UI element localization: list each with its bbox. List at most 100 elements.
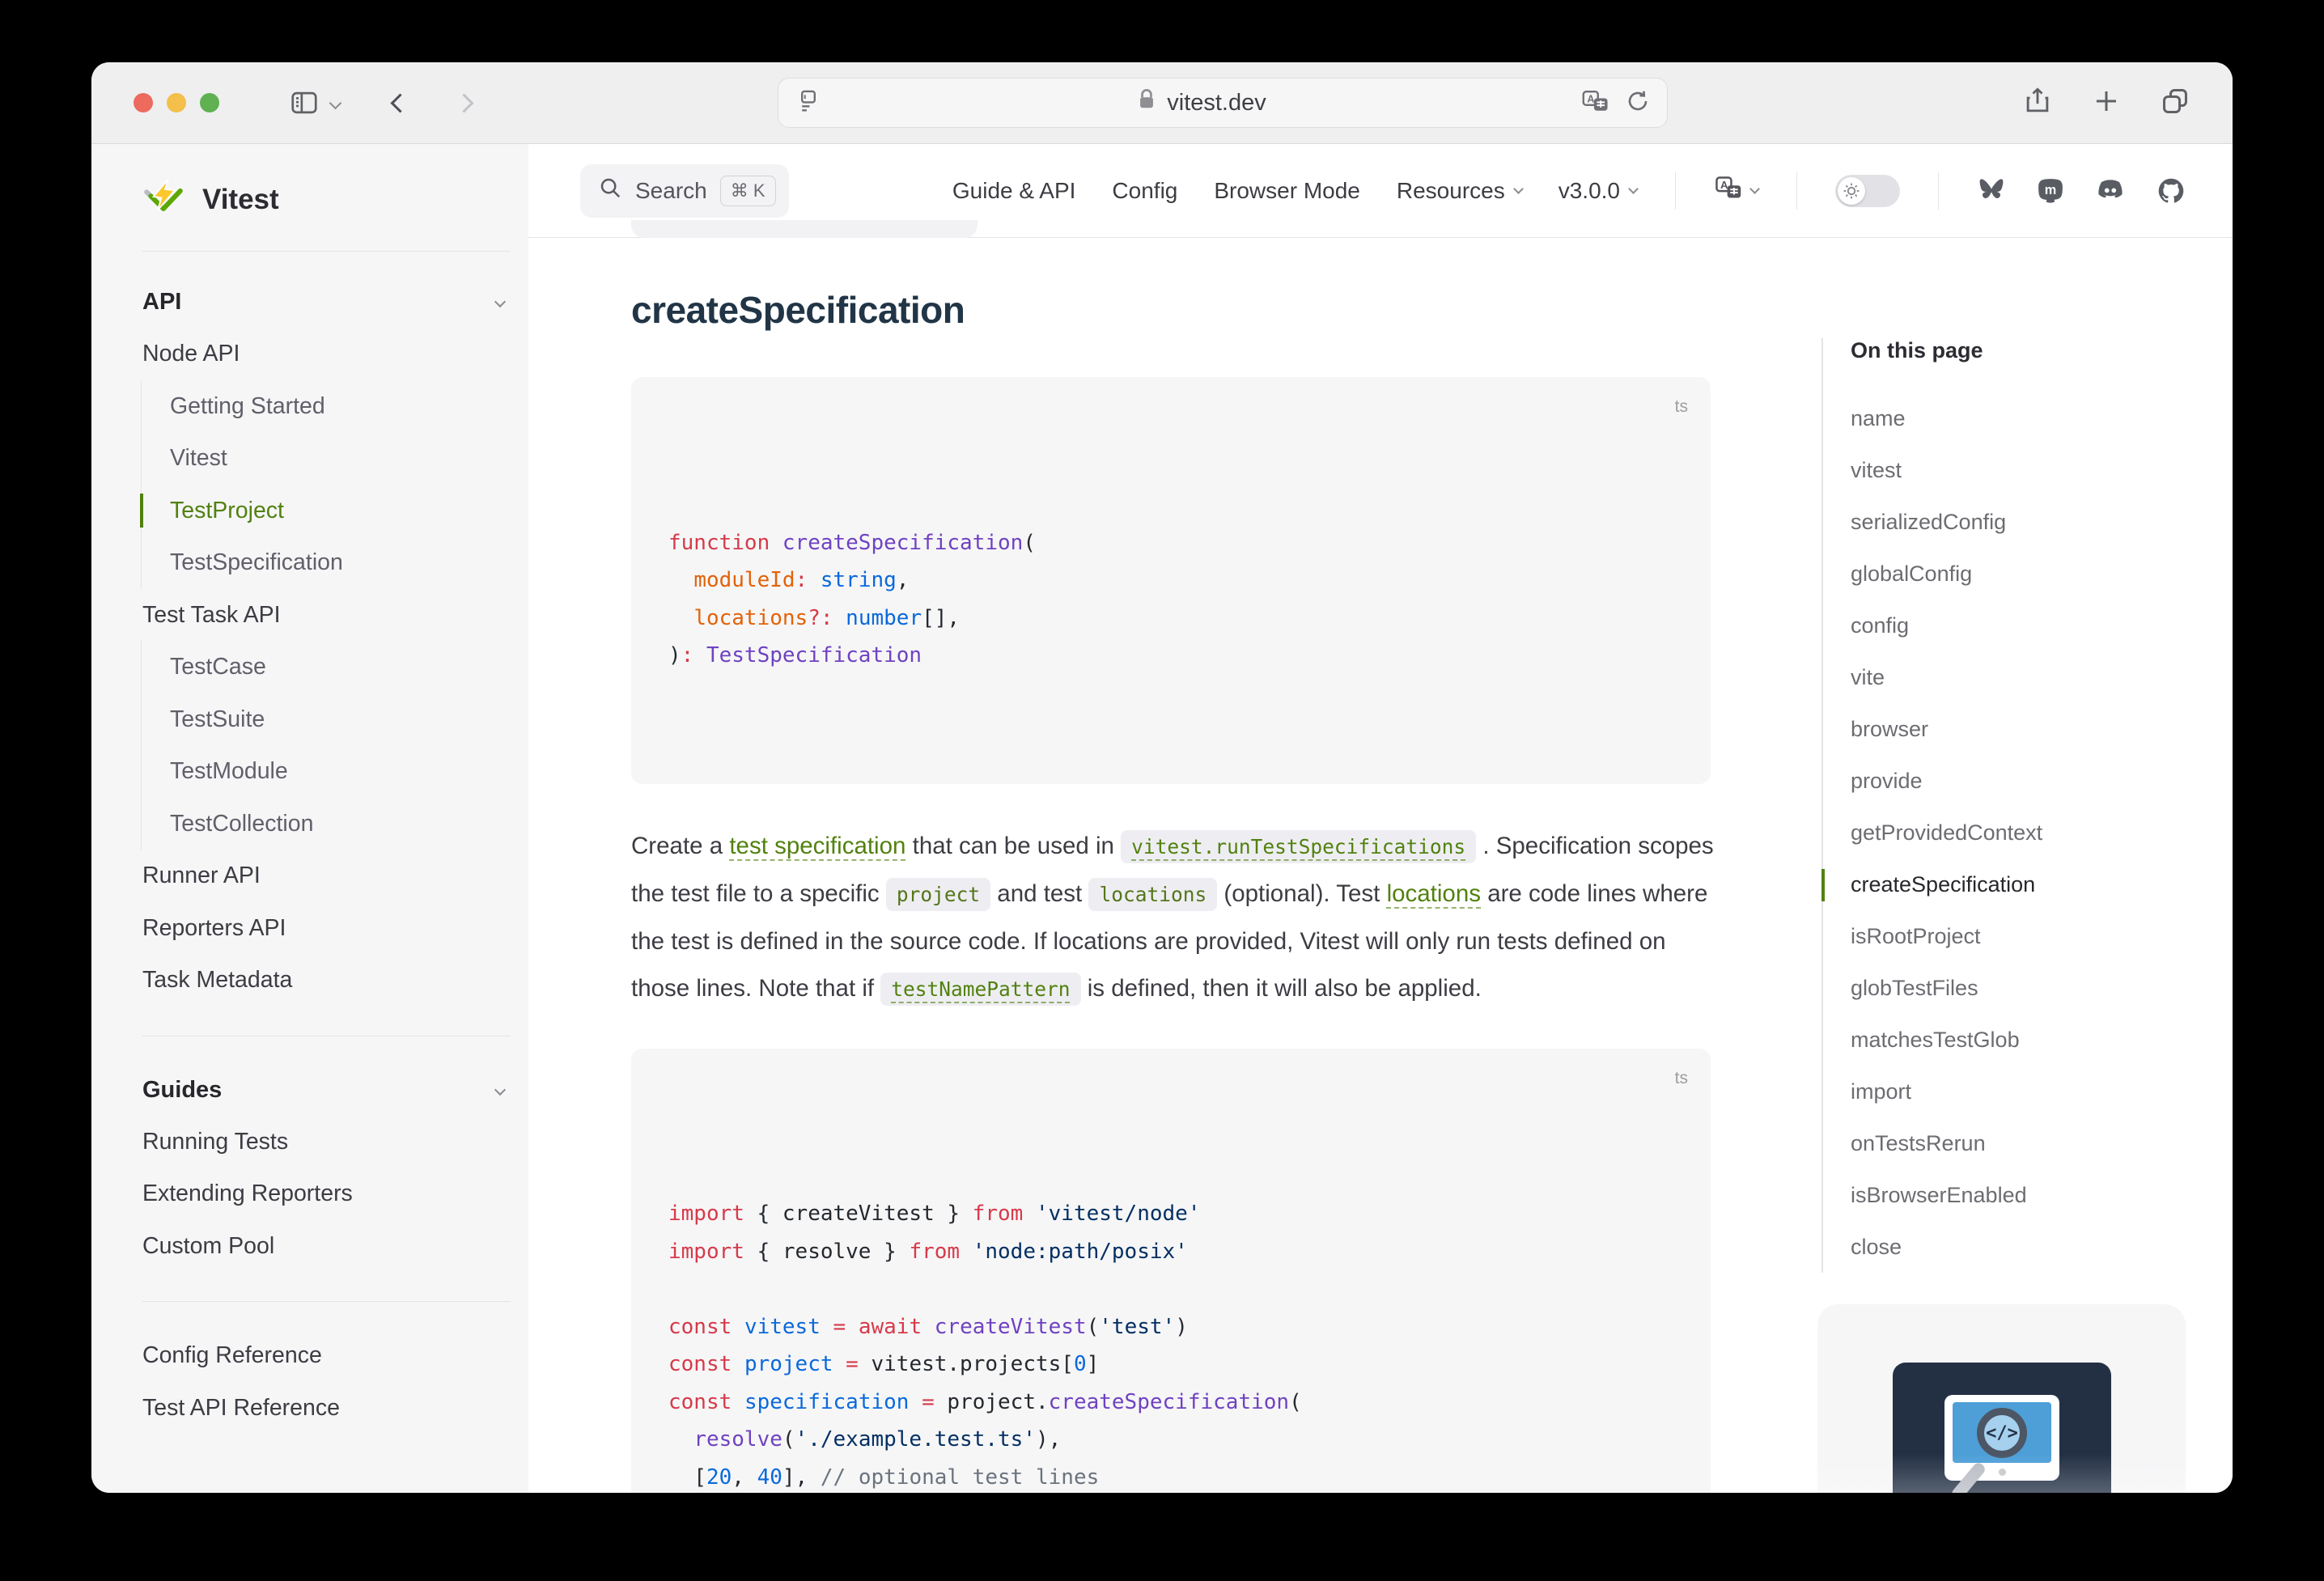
code-body: import { createVitest } from 'vitest/nod… (668, 1195, 1673, 1493)
browser-chrome: vitest.dev A (91, 62, 2233, 144)
sidebar-item-test-api-reference[interactable]: Test API Reference (142, 1382, 511, 1435)
sidebar-item-testproject[interactable]: TestProject (170, 485, 511, 537)
inline-code: locations (1088, 878, 1217, 911)
sidebar-item-config-reference[interactable]: Config Reference (142, 1329, 511, 1382)
sidebar-toggle-icon[interactable] (289, 87, 320, 118)
sidebar-group-guides[interactable]: Guides (142, 1064, 511, 1116)
discord-icon[interactable] (2095, 177, 2126, 205)
nav-link-v3-0-0[interactable]: v3.0.0 (1559, 178, 1637, 204)
nav-link-browser-mode[interactable]: Browser Mode (1214, 178, 1360, 204)
toc-item-name[interactable]: name (1851, 392, 2174, 444)
toc-item-close[interactable]: close (1851, 1221, 2174, 1273)
sidebar-item-vitest[interactable]: Vitest (170, 432, 511, 485)
reader-icon[interactable] (795, 87, 822, 119)
sidebar-item-testspecification[interactable]: TestSpecification (170, 536, 511, 589)
code-line: function createSpecification( (668, 524, 1673, 562)
language-icon: A (1714, 174, 1743, 207)
navbar-right: Guide & API Config Browser Mode Resources v3… (952, 172, 2186, 210)
share-icon[interactable] (2022, 86, 2053, 121)
sidebar-item-getting-started[interactable]: Getting Started (170, 380, 511, 433)
doc-content: createSpecification ts function createSp… (528, 238, 1711, 1493)
chevron-down-icon (1513, 184, 1524, 194)
inline-link[interactable]: locations (1387, 880, 1481, 907)
forward-icon[interactable] (457, 96, 471, 110)
toc-item-globalconfig[interactable]: globalConfig (1851, 548, 2174, 600)
inline-link[interactable]: testNamePattern (880, 973, 1080, 1006)
sidebar-item-reporters-api[interactable]: Reporters API (142, 902, 511, 955)
sidebar-item-custom-pool[interactable]: Custom Pool (142, 1220, 511, 1273)
toc-item-isbrowserenabled[interactable]: isBrowserEnabled (1851, 1169, 2174, 1221)
sidebar-item-testcollection[interactable]: TestCollection (170, 798, 511, 850)
search-icon (598, 176, 622, 206)
language-menu[interactable]: A (1714, 174, 1758, 207)
text-segment: Create a (631, 833, 729, 859)
toc-item-config[interactable]: config (1851, 600, 2174, 651)
sidebar-item-test-task-api[interactable]: Test Task API (142, 589, 511, 642)
chevron-down-icon (494, 296, 506, 307)
code-line: [20, 40], // optional test lines (668, 1459, 1673, 1494)
brand[interactable]: Vitest (142, 165, 511, 235)
address-bar[interactable]: vitest.dev A (778, 78, 1668, 128)
url-text[interactable]: vitest.dev (1167, 90, 1266, 117)
sidebar-nav: APINode APIGetting StartedVitestTestProj… (142, 276, 511, 1434)
toc-item-globtestfiles[interactable]: globTestFiles (1851, 962, 2174, 1014)
toc-item-vite[interactable]: vite (1851, 651, 2174, 703)
sidebar-item-extending-reporters[interactable]: Extending Reporters (142, 1168, 511, 1220)
vitest-logo-icon (142, 177, 184, 223)
sidebar-chevron-icon[interactable] (331, 99, 340, 108)
sponsor-card[interactable]: </> (1817, 1304, 2186, 1493)
mastodon-icon[interactable]: m (2037, 177, 2064, 205)
toc-item-import[interactable]: import (1851, 1066, 2174, 1117)
toc-item-serializedconfig[interactable]: serializedConfig (1851, 496, 2174, 548)
tabs-icon[interactable] (2160, 86, 2190, 121)
text-segment: that can be used in (905, 833, 1121, 859)
toc-item-getprovidedcontext[interactable]: getProvidedContext (1851, 807, 2174, 858)
bluesky-icon[interactable] (1977, 177, 2006, 204)
code-lang-badge: ts (1675, 1060, 1688, 1098)
code-line: moduleId: string, (668, 562, 1673, 600)
code-block-signature: ts function createSpecification( moduleI… (631, 377, 1711, 784)
inline-link[interactable]: test specification (729, 833, 905, 859)
toc-item-matchestestglob[interactable]: matchesTestGlob (1851, 1014, 2174, 1066)
zoom-window-button[interactable] (200, 93, 219, 112)
sidebar-item-node-api[interactable]: Node API (142, 328, 511, 380)
page-title: createSpecification (631, 288, 1711, 332)
sidebar-item-runner-api[interactable]: Runner API (142, 850, 511, 902)
reload-icon[interactable] (1625, 88, 1651, 118)
toc-item-isrootproject[interactable]: isRootProject (1851, 910, 2174, 962)
search-button[interactable]: Search ⌘ K (580, 164, 789, 218)
toc-item-vitest[interactable]: vitest (1851, 444, 2174, 496)
back-icon[interactable] (393, 96, 407, 110)
theme-toggle-sun-icon (1838, 177, 1865, 205)
inline-link[interactable]: vitest.runTestSpecifications (1121, 830, 1476, 863)
nav-divider (1938, 172, 1939, 210)
sidebar-item-task-metadata[interactable]: Task Metadata (142, 954, 511, 1007)
code-line: ): TestSpecification (668, 637, 1673, 675)
nav-link-guide-api[interactable]: Guide & API (952, 178, 1076, 204)
code-line: const project = vitest.projects[0] (668, 1346, 1673, 1384)
theme-toggle[interactable] (1835, 175, 1900, 207)
sidebar-item-testmodule[interactable]: TestModule (170, 745, 511, 798)
close-window-button[interactable] (134, 93, 153, 112)
sidebar-item-running-tests[interactable]: Running Tests (142, 1116, 511, 1168)
sidebar-item-testsuite[interactable]: TestSuite (170, 693, 511, 746)
sidebar-item-testcase[interactable]: TestCase (170, 641, 511, 693)
code-body: function createSpecification( moduleId: … (668, 524, 1673, 675)
inline-code: project (886, 878, 990, 911)
sidebar-divider (142, 1301, 511, 1302)
new-tab-icon[interactable] (2092, 87, 2121, 120)
nav-link-resources[interactable]: Resources (1397, 178, 1522, 204)
previous-code-block-clipped (631, 220, 978, 238)
browser-window: vitest.dev A (91, 62, 2233, 1493)
toc-item-createspecification[interactable]: createSpecification (1851, 858, 2174, 910)
social-links: m (1977, 176, 2186, 206)
nav-link-config[interactable]: Config (1112, 178, 1177, 204)
sidebar-group-api[interactable]: API (142, 276, 511, 328)
sponsor-fade (1817, 1454, 2186, 1493)
toc-item-provide[interactable]: provide (1851, 755, 2174, 807)
minimize-window-button[interactable] (167, 93, 186, 112)
toc-item-ontestsrerun[interactable]: onTestsRerun (1851, 1117, 2174, 1169)
translate-icon[interactable]: A (1581, 87, 1610, 119)
toc-item-browser[interactable]: browser (1851, 703, 2174, 755)
github-icon[interactable] (2156, 176, 2186, 206)
